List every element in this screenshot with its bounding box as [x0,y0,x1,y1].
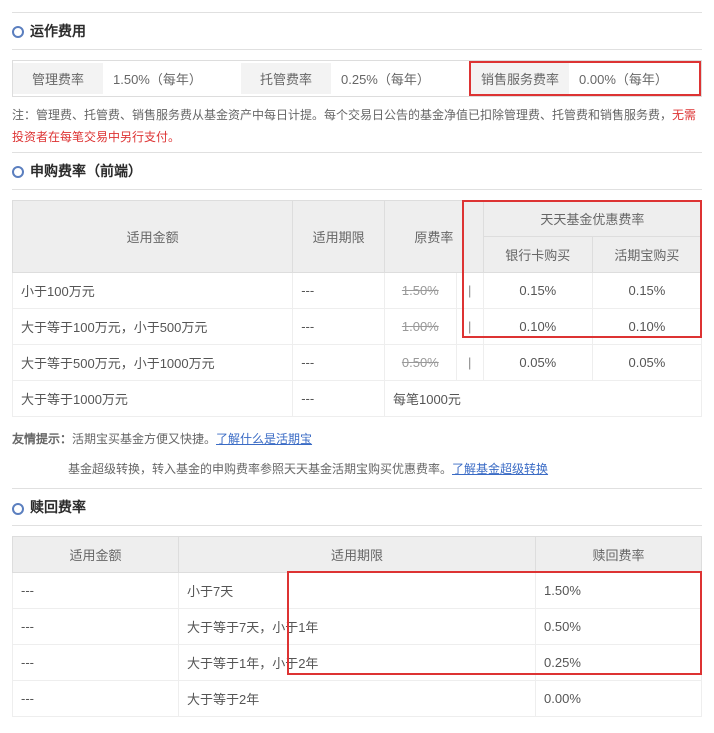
table-row: 小于100万元---1.50%|0.15%0.15% [13,273,702,309]
col-amount: 适用金额 [13,537,179,573]
purchase-tip-2: 基金超级转换，转入基金的申购费率参照天天基金活期宝购买优惠费率。了解基金超级转换 [12,455,702,485]
operating-fee-grid: 管理费率1.50%（每年） 托管费率0.25%（每年） 销售服务费率0.00%（… [12,60,702,97]
col-hqb: 活期宝购买 [592,237,701,273]
col-tt: 天天基金优惠费率 [483,201,701,237]
table-row: 大于等于100万元，小于500万元---1.00%|0.10%0.10% [13,309,702,345]
table-row: ---大于等于2年0.00% [13,681,702,717]
col-orig: 原费率 [384,201,483,273]
mgmt-fee-value: 1.50%（每年） [103,63,212,94]
table-row: 大于等于1000万元---每笔1000元 [13,381,702,417]
purchase-tip-1: 友情提示：活期宝买基金方便又快捷。了解什么是活期宝 [12,425,702,455]
redeem-rate-table: 适用金额适用期限赎回费率 ---小于7天1.50% ---大于等于7天，小于1年… [12,536,702,717]
super-convert-link[interactable]: 了解基金超级转换 [452,462,548,476]
bullet-icon [12,503,24,515]
redeem-table-wrap: 适用金额适用期限赎回费率 ---小于7天1.50% ---大于等于7天，小于1年… [12,536,702,717]
col-bank: 银行卡购买 [483,237,592,273]
col-period: 适用期限 [293,201,385,273]
svc-fee-value: 0.00%（每年） [569,63,678,94]
section-redeem-title: 赎回费率 [12,488,702,526]
bullet-icon [12,166,24,178]
col-amount: 适用金额 [13,201,293,273]
purchase-rate-table: 适用金额 适用期限 原费率 天天基金优惠费率 银行卡购买 活期宝购买 小于100… [12,200,702,417]
cust-fee-label: 托管费率 [241,63,331,94]
svc-fee-label: 销售服务费率 [471,63,569,94]
service-fee-highlight: 销售服务费率0.00%（每年） [469,61,701,96]
operating-note: 注：管理费、托管费、销售服务费从基金资产中每日计提。每个交易日公告的基金净值已扣… [12,105,702,148]
bullet-icon [12,26,24,38]
section-purchase-title: 申购费率（前端） [12,152,702,190]
hqb-link[interactable]: 了解什么是活期宝 [216,432,312,446]
table-row: ---小于7天1.50% [13,573,702,609]
section-operating-title: 运作费用 [12,12,702,50]
col-period: 适用期限 [178,537,535,573]
col-rate: 赎回费率 [536,537,702,573]
purchase-table-wrap: 适用金额 适用期限 原费率 天天基金优惠费率 银行卡购买 活期宝购买 小于100… [12,200,702,417]
table-row: ---大于等于1年，小于2年0.25% [13,645,702,681]
table-row: ---大于等于7天，小于1年0.50% [13,609,702,645]
table-row: 大于等于500万元，小于1000万元---0.50%|0.05%0.05% [13,345,702,381]
cust-fee-value: 0.25%（每年） [331,63,440,94]
mgmt-fee-label: 管理费率 [13,63,103,94]
